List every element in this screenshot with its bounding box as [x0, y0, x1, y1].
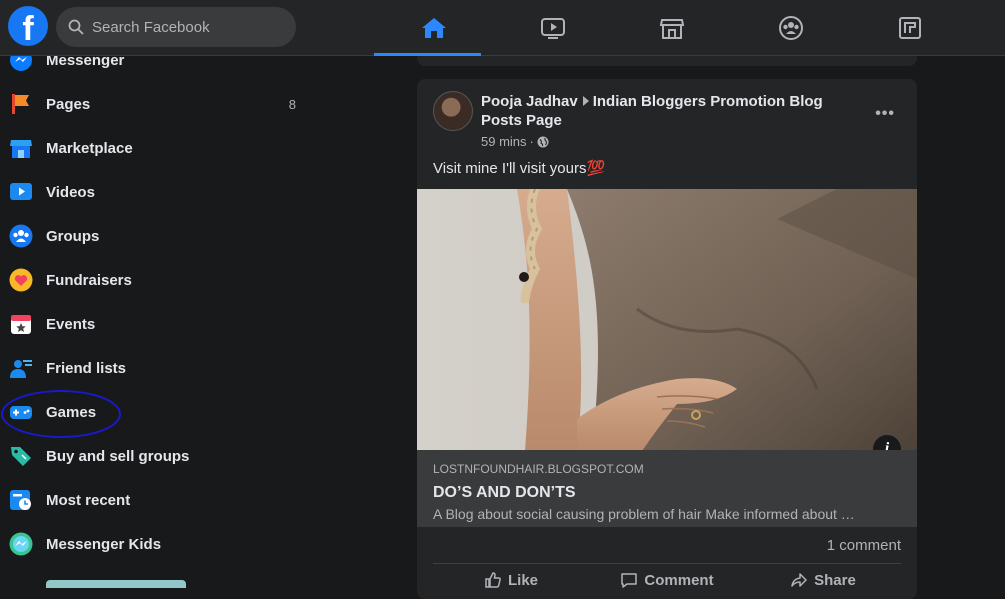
facebook-logo-icon[interactable]: f — [8, 6, 48, 46]
search-box[interactable] — [56, 7, 296, 47]
sidebar-item-label: Videos — [46, 183, 95, 201]
author-name[interactable]: Pooja Jadhav — [481, 93, 578, 110]
sidebar-item-videos[interactable]: Videos — [8, 170, 308, 214]
like-label: Like — [507, 571, 538, 589]
sidebar-item-messenger-kids[interactable]: Messenger Kids — [8, 522, 308, 566]
share-icon — [791, 573, 807, 587]
share-button[interactable]: Share — [745, 567, 901, 593]
store-icon — [8, 135, 34, 161]
link-preview[interactable]: LOSTNFOUNDHAIR.BLOGSPOT.COM DO’S AND DON… — [417, 450, 917, 527]
sidebar-item-pages[interactable]: Pages 8 — [8, 82, 308, 126]
sidebar-item-label: Friend lists — [46, 359, 127, 377]
tab-groups[interactable] — [731, 0, 850, 56]
sidebar-item-messenger[interactable]: Messenger — [8, 56, 308, 82]
heart-icon — [8, 267, 34, 293]
watch-icon — [540, 18, 565, 39]
post-actions: Like Comment Share — [433, 567, 901, 593]
like-button[interactable]: Like — [433, 567, 589, 593]
sidebar-item-label: Buy and sell groups — [46, 447, 190, 465]
comment-count[interactable]: 1 comment — [827, 537, 901, 554]
sidebar-cutoff-item — [46, 580, 186, 588]
tab-watch[interactable] — [493, 0, 612, 56]
sidebar-item-label: Events — [46, 315, 96, 333]
sidebar-item-most-recent[interactable]: Most recent — [8, 478, 308, 522]
tab-gaming[interactable] — [850, 0, 969, 56]
previous-post-edge — [417, 56, 917, 66]
share-label: Share — [814, 571, 856, 589]
tab-home[interactable] — [374, 0, 493, 56]
flag-icon — [8, 91, 34, 117]
tag-icon — [8, 443, 34, 469]
sidebar-item-buy-and-sell-groups[interactable]: Buy and sell groups — [8, 434, 308, 478]
clock-feed-icon — [8, 487, 34, 513]
sidebar-item-label: Games — [46, 403, 97, 421]
calendar-icon — [8, 311, 34, 337]
gaming-icon — [898, 17, 921, 39]
comment-label: Comment — [644, 571, 714, 589]
messenger-icon — [8, 56, 34, 73]
marketplace-icon — [659, 19, 684, 39]
feed-post: Pooja Jadhav Indian Bloggers Promotion Bl… — [417, 79, 917, 599]
comment-icon — [621, 573, 638, 588]
notification-count: 8 — [288, 96, 296, 112]
friends-icon — [8, 355, 34, 381]
sidebar-item-label: Marketplace — [46, 139, 133, 157]
globe-icon — [537, 136, 549, 147]
left-sidebar: Messenger Pages 8 Marketplace Videos Gro… — [0, 56, 320, 588]
sidebar-item-label: Messenger — [46, 56, 125, 69]
divider — [433, 563, 901, 564]
link-domain: LOSTNFOUNDHAIR.BLOGSPOT.COM — [433, 462, 644, 476]
search-input[interactable] — [92, 18, 282, 36]
top-navigation-bar: f — [0, 0, 1005, 56]
post-timestamp[interactable]: 59 mins — [481, 134, 527, 149]
groups-icon — [778, 16, 803, 40]
gamepad-icon — [8, 399, 34, 425]
comment-button[interactable]: Comment — [589, 567, 745, 593]
tab-marketplace[interactable] — [612, 0, 731, 56]
home-icon — [421, 18, 446, 38]
arrow-right-icon — [582, 96, 589, 106]
sidebar-item-marketplace[interactable]: Marketplace — [8, 126, 308, 170]
video-icon — [8, 179, 34, 205]
sidebar-item-groups[interactable]: Groups — [8, 214, 308, 258]
avatar[interactable] — [433, 91, 473, 131]
messenger-kids-icon — [8, 531, 34, 557]
sidebar-item-events[interactable]: Events — [8, 302, 308, 346]
sidebar-item-label: Messenger Kids — [46, 535, 162, 553]
sidebar-item-friend-lists[interactable]: Friend lists — [8, 346, 308, 390]
sidebar-item-label: Most recent — [46, 491, 131, 509]
thumbs-up-icon — [485, 572, 501, 588]
post-header: Pooja Jadhav Indian Bloggers Promotion Bl… — [481, 92, 861, 130]
main-nav-tabs — [374, 0, 969, 56]
link-description: A Blog about social causing problem of h… — [433, 506, 855, 522]
link-title: DO’S AND DON’TS — [433, 484, 576, 501]
sidebar-item-games[interactable]: Games — [8, 390, 308, 434]
blazer-photo — [417, 189, 917, 451]
search-icon — [68, 19, 84, 35]
sidebar-item-fundraisers[interactable]: Fundraisers — [8, 258, 308, 302]
sidebar-item-label: Fundraisers — [46, 271, 132, 289]
sidebar-item-label: Groups — [46, 227, 100, 245]
post-text: Visit mine I'll visit yours💯 — [433, 160, 606, 177]
sidebar-item-label: Pages — [46, 95, 91, 113]
more-options-button[interactable]: ••• — [875, 105, 895, 123]
groups-icon — [8, 223, 34, 249]
post-meta: 59 mins · — [481, 134, 549, 149]
link-preview-image[interactable]: i — [417, 189, 917, 451]
